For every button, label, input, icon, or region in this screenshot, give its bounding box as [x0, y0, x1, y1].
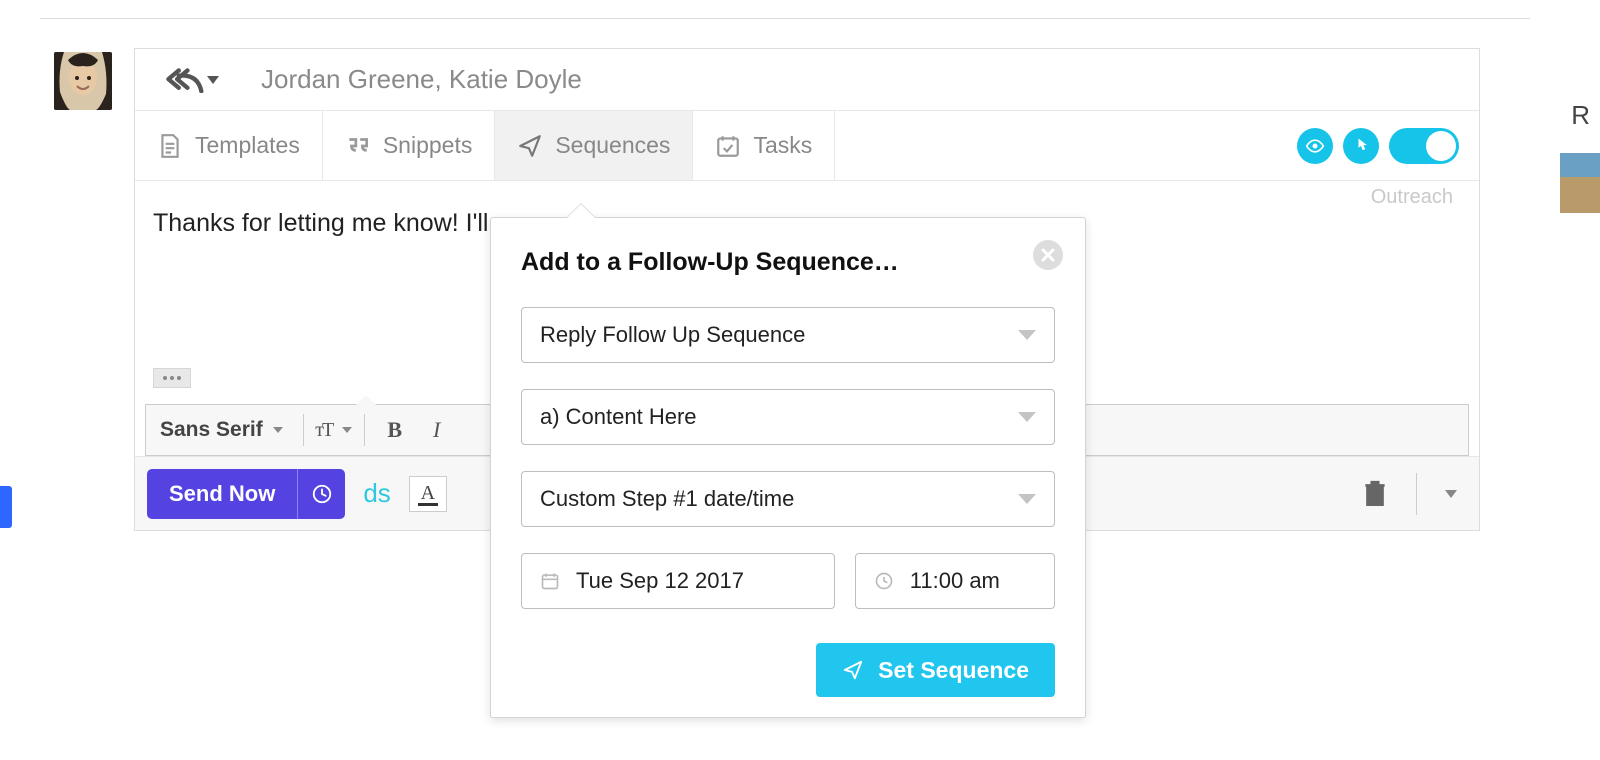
outreach-toggle[interactable] [1389, 128, 1459, 164]
popover-arrow [567, 204, 595, 218]
tab-templates-label: Templates [195, 132, 300, 159]
chevron-down-icon [273, 427, 283, 433]
tab-sequences-label: Sequences [555, 132, 670, 159]
font-family-select[interactable]: Sans Serif [160, 418, 291, 442]
more-options-button[interactable] [1445, 490, 1457, 498]
ds-label: ds [363, 478, 390, 508]
ds-button[interactable]: ds [359, 478, 394, 509]
step-select-value: Custom Step #1 date/time [540, 486, 794, 512]
clock-icon [874, 571, 894, 591]
template-select-value: a) Content Here [540, 404, 697, 430]
text-size-icon: тT [315, 419, 332, 442]
pointer-icon [1351, 136, 1371, 156]
font-family-label: Sans Serif [160, 418, 263, 442]
step-select[interactable]: Custom Step #1 date/time [521, 471, 1055, 527]
text-color-button[interactable]: A [409, 476, 447, 512]
schedule-send-button[interactable] [297, 469, 345, 519]
body-text: Thanks for letting me know! I'll r [153, 209, 504, 237]
paper-plane-icon [517, 133, 543, 159]
popover-title: Add to a Follow-Up Sequence… [521, 248, 1055, 277]
recipients-input[interactable] [259, 63, 1451, 96]
tracking-click-button[interactable] [1343, 128, 1379, 164]
date-value: Tue Sep 12 2017 [576, 568, 744, 594]
chevron-down-icon [1018, 494, 1036, 504]
eye-icon [1305, 136, 1325, 156]
font-size-select[interactable]: тT [316, 412, 352, 448]
calendar-check-icon [715, 133, 741, 159]
right-sidebar: R [1530, 100, 1600, 213]
document-icon [157, 133, 183, 159]
set-sequence-button[interactable]: Set Sequence [816, 643, 1055, 697]
outreach-label: Outreach [1365, 186, 1459, 209]
compose-header [135, 49, 1479, 111]
chevron-down-icon [1018, 330, 1036, 340]
template-select[interactable]: a) Content Here [521, 389, 1055, 445]
tab-sequences[interactable]: Sequences [495, 111, 693, 180]
time-value: 11:00 am [910, 568, 1000, 594]
close-icon [1041, 248, 1055, 262]
chevron-down-icon [342, 427, 352, 433]
divider [1416, 473, 1417, 515]
reply-all-button[interactable] [163, 67, 219, 93]
send-button-group: Send Now [147, 469, 345, 519]
thumbnail [1560, 153, 1600, 213]
chevron-down-icon [1018, 412, 1036, 422]
tab-templates[interactable]: Templates [135, 111, 323, 180]
set-sequence-label: Set Sequence [878, 657, 1029, 684]
send-now-button[interactable]: Send Now [147, 469, 297, 519]
clock-icon [311, 483, 333, 505]
sequence-select-value: Reply Follow Up Sequence [540, 322, 805, 348]
sequence-popover: Add to a Follow-Up Sequence… Reply Follo… [490, 217, 1086, 718]
quote-icon [345, 133, 371, 159]
left-side-handle[interactable] [0, 486, 12, 528]
send-now-label: Send Now [169, 481, 275, 507]
tab-snippets-label: Snippets [383, 132, 473, 159]
italic-button[interactable]: I [419, 412, 455, 448]
tab-tasks-label: Tasks [753, 132, 812, 159]
top-divider [40, 18, 1530, 19]
paper-plane-icon [842, 659, 864, 681]
tab-snippets[interactable]: Snippets [323, 111, 496, 180]
extension-tabs: Templates Snippets Sequences Tasks Outre… [135, 111, 1479, 181]
right-initial: R [1530, 100, 1600, 131]
avatar [54, 52, 112, 110]
sequence-select[interactable]: Reply Follow Up Sequence [521, 307, 1055, 363]
discard-draft-button[interactable] [1362, 479, 1388, 509]
time-picker[interactable]: 11:00 am [855, 553, 1055, 609]
trash-icon [1362, 479, 1388, 509]
divider [303, 414, 304, 446]
close-button[interactable] [1033, 240, 1063, 270]
date-picker[interactable]: Tue Sep 12 2017 [521, 553, 835, 609]
bold-button[interactable]: B [377, 412, 413, 448]
tab-tasks[interactable]: Tasks [693, 111, 835, 180]
calendar-icon [540, 571, 560, 591]
trimmed-content-toggle[interactable] [153, 368, 191, 388]
chevron-down-icon [207, 76, 219, 84]
tracking-eye-button[interactable] [1297, 128, 1333, 164]
divider [364, 414, 365, 446]
